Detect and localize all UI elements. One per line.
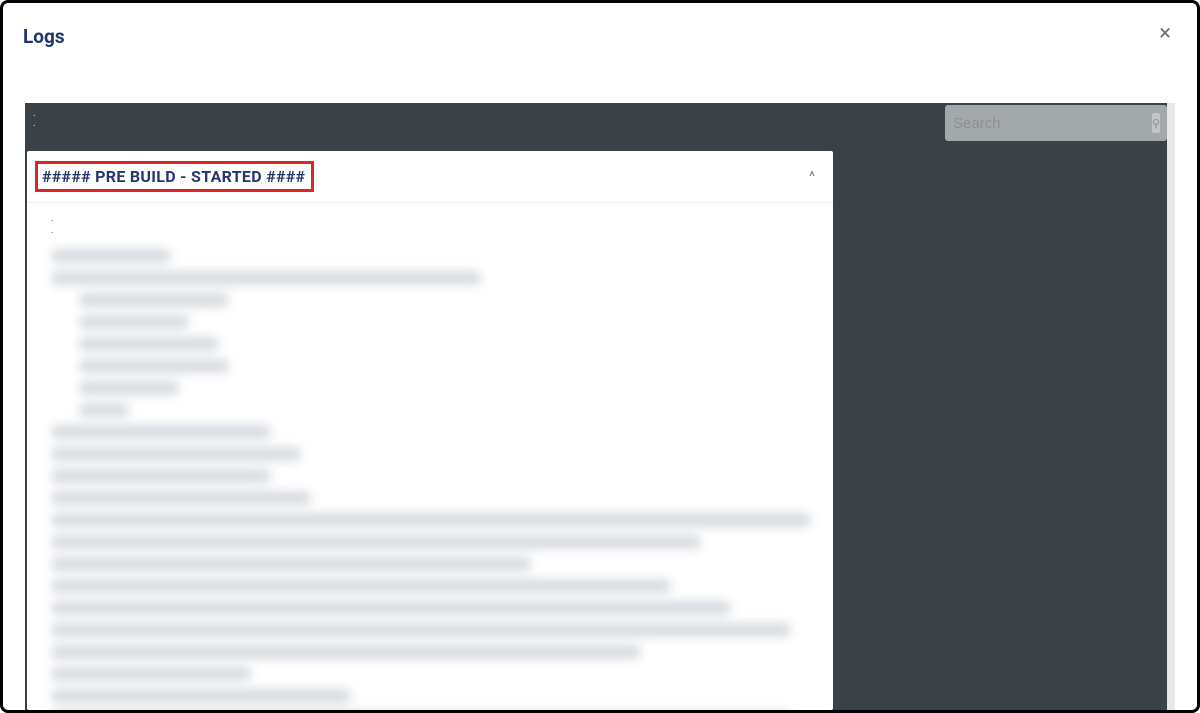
page-title: Logs	[23, 25, 65, 48]
log-section-header[interactable]: ##### PRE BUILD - STARTED #### ^	[27, 151, 833, 203]
scrollbar[interactable]	[1167, 103, 1175, 710]
chevron-up-icon[interactable]: ^	[805, 165, 819, 189]
close-icon[interactable]: ×	[1153, 21, 1177, 47]
log-dot: .	[51, 225, 819, 237]
header-bar: Logs ×	[3, 3, 1197, 48]
search-icon[interactable]: ⚲	[1152, 113, 1160, 133]
log-card: ##### PRE BUILD - STARTED #### ^ . .	[27, 151, 833, 710]
modal-frame: Logs × . . ⚲ ##### PRE BUILD - STARTED #…	[0, 0, 1200, 713]
search-container[interactable]: ⚲	[945, 105, 1167, 141]
log-body: . .	[27, 203, 833, 710]
log-panel: . . ⚲ ##### PRE BUILD - STARTED #### ^ .…	[25, 103, 1175, 710]
log-section-title: ##### PRE BUILD - STARTED ####	[42, 167, 305, 186]
search-input[interactable]	[953, 115, 1152, 132]
log-dot: .	[51, 213, 819, 225]
log-content-redacted	[51, 249, 819, 710]
log-section-highlight: ##### PRE BUILD - STARTED ####	[35, 161, 314, 192]
